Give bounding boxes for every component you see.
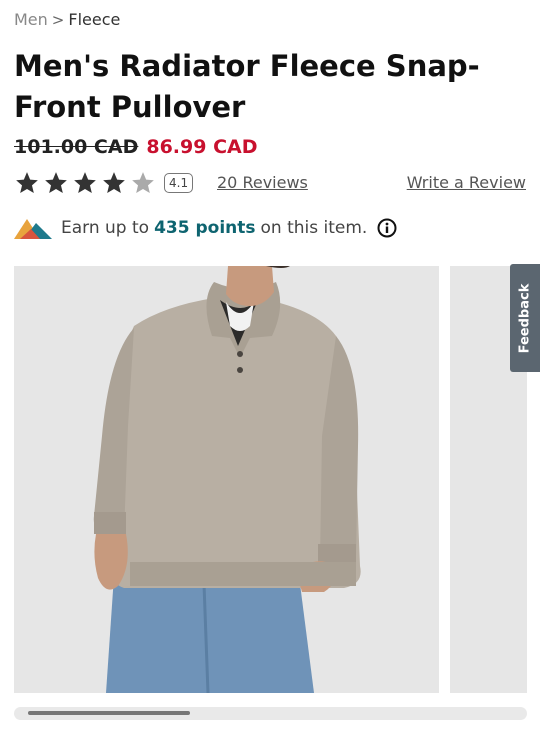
info-icon[interactable]	[377, 218, 397, 238]
breadcrumb-current: Fleece	[68, 10, 121, 29]
star-rating	[14, 170, 156, 196]
star-icon	[132, 172, 154, 193]
rewards-prefix: Earn up to	[61, 218, 150, 238]
breadcrumb-parent-link[interactable]: Men	[14, 10, 48, 29]
price-block: 101.00 CAD 86.99 CAD	[14, 136, 258, 158]
star-icon	[74, 172, 96, 193]
reviews-link[interactable]: 20 Reviews	[217, 173, 308, 192]
mountain-logo-icon	[14, 219, 52, 239]
pullover-model-photo	[93, 266, 361, 693]
gallery-scrollbar[interactable]	[14, 707, 527, 720]
chevron-right-icon: >	[51, 10, 65, 29]
rating-summary[interactable]: 4.1	[14, 170, 194, 196]
rewards-banner: Earn up to 435 points on this item.	[14, 215, 397, 241]
product-title: Men's Radiator Fleece Snap-Front Pullove…	[14, 49, 480, 124]
rewards-suffix: on this item.	[260, 218, 368, 238]
breadcrumb: Men > Fleece	[14, 10, 120, 29]
star-icon	[45, 172, 67, 193]
original-price: 101.00 CAD	[14, 136, 139, 158]
sale-price: 86.99 CAD	[146, 136, 258, 158]
product-image-gallery[interactable]	[14, 266, 527, 693]
rewards-points: 435 points	[154, 218, 256, 238]
write-review-link[interactable]: Write a Review	[407, 173, 526, 192]
star-icon	[16, 172, 38, 193]
star-icon	[103, 172, 125, 193]
rating-value-badge: 4.1	[164, 173, 194, 193]
product-image-main[interactable]	[14, 266, 439, 693]
gallery-scroll-thumb[interactable]	[28, 711, 190, 715]
feedback-tab[interactable]: Feedback	[510, 264, 540, 372]
feedback-label: Feedback	[517, 283, 533, 353]
